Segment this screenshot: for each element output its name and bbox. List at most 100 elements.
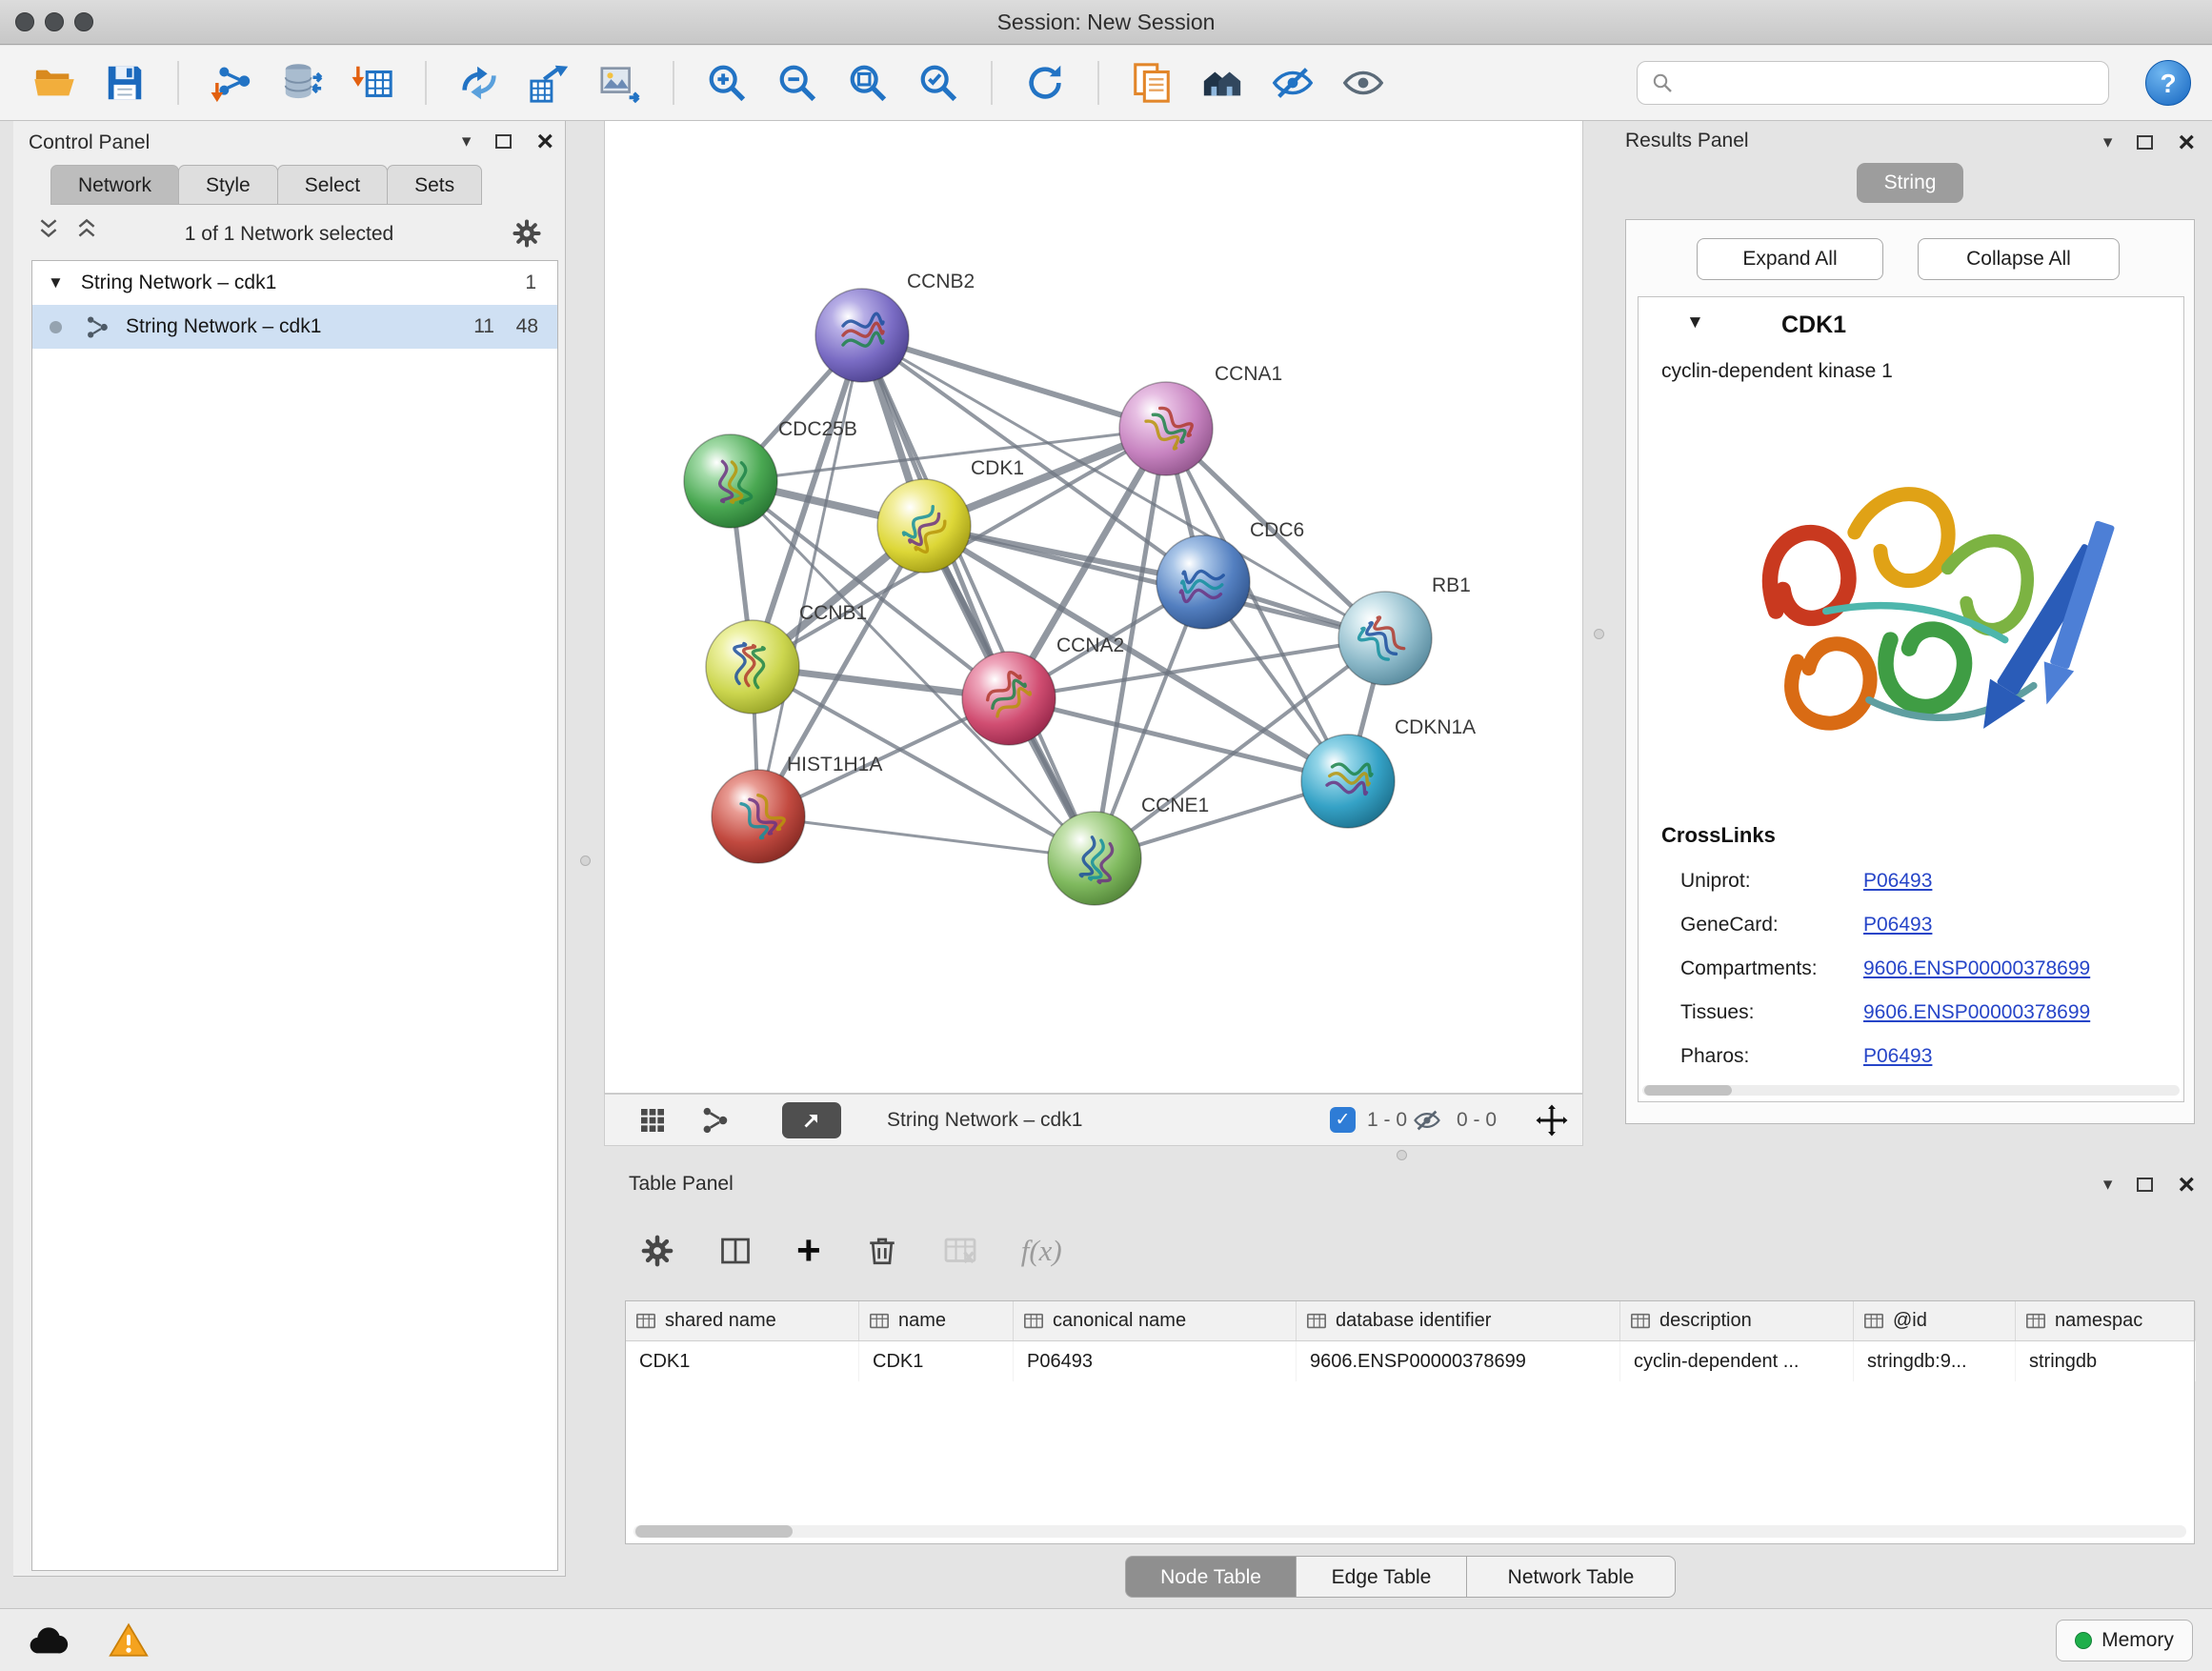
open-session-button[interactable] (29, 57, 80, 109)
string-results-panel: Expand All Collapse All ▼ CDK1 cyclin-de… (1625, 219, 2195, 1124)
crosslink-link[interactable]: 9606.ENSP00000378699 (1863, 1001, 2090, 1023)
export-image-button[interactable] (594, 57, 646, 109)
zoom-in-button[interactable] (701, 57, 753, 109)
column-header-name[interactable]: name (859, 1301, 1014, 1340)
hidden-eye-slash-icon[interactable] (1413, 1106, 1441, 1139)
table-horizontal-scrollbar[interactable] (633, 1525, 2186, 1538)
network-share-toggle-icon[interactable] (700, 1095, 731, 1145)
zoom-fit-button[interactable] (842, 57, 894, 109)
network-edge[interactable] (924, 526, 1385, 638)
tab-style[interactable]: Style (178, 165, 278, 205)
search-input[interactable] (1683, 72, 2095, 94)
tab-network[interactable]: Network (50, 165, 179, 205)
tab-string[interactable]: String (1857, 163, 1963, 203)
window-close-button[interactable] (15, 12, 34, 31)
panel-close-icon[interactable]: × (536, 132, 553, 151)
card-scrollbar-thumb[interactable] (1644, 1085, 1732, 1096)
bottom-splitter-handle[interactable] (1397, 1150, 1407, 1160)
window-minimize-button[interactable] (45, 12, 64, 31)
zoom-out-button[interactable] (772, 57, 823, 109)
collapse-all-button[interactable]: Collapse All (1918, 238, 2120, 280)
tab-node-table[interactable]: Node Table (1125, 1556, 1297, 1598)
table-float-icon[interactable] (2137, 1178, 2153, 1192)
add-column-icon[interactable]: + (796, 1234, 821, 1268)
table-row[interactable]: CDK1CDK1P064939606.ENSP00000378699cyclin… (626, 1341, 2194, 1381)
import-table-from-file-button[interactable] (347, 57, 398, 109)
table-settings-gear-icon[interactable] (640, 1234, 674, 1268)
show-graphics-details-button[interactable] (1337, 57, 1389, 109)
pan-crosshair-icon[interactable] (1535, 1103, 1569, 1142)
network-collection-row[interactable]: ▼ String Network – cdk1 1 (32, 261, 557, 305)
document-pages-button[interactable] (1126, 57, 1177, 109)
help-button[interactable]: ? (2145, 60, 2191, 106)
network-node-label: HIST1H1A (787, 754, 882, 775)
column-header-canonical-name[interactable]: canonical name (1014, 1301, 1297, 1340)
collection-expand-icon[interactable]: ▼ (48, 273, 64, 292)
search-box[interactable] (1637, 61, 2109, 105)
panel-menu-icon[interactable]: ▾ (462, 131, 472, 152)
annotation-mode-button[interactable] (782, 1102, 841, 1138)
apply-layout-button[interactable] (1019, 57, 1071, 109)
network-row[interactable]: String Network – cdk1 11 48 (32, 305, 557, 349)
hide-graphics-details-button[interactable] (1267, 57, 1318, 109)
import-network-from-database-button[interactable] (276, 57, 328, 109)
card-collapse-icon[interactable]: ▼ (1686, 312, 1704, 333)
network-view-toolbar: String Network – cdk1 ✓ 1 - 0 0 - 0 (604, 1094, 1583, 1146)
right-splitter-handle[interactable] (1594, 629, 1604, 639)
column-grid-icon (869, 1311, 890, 1332)
tab-sets[interactable]: Sets (387, 165, 482, 205)
results-menu-icon[interactable]: ▾ (2103, 131, 2113, 153)
crosslink-link[interactable]: P06493 (1863, 870, 1932, 892)
network-canvas[interactable]: CCNB2CCNA1CDC25BCDK1CDC6RB1CCNB1CCNA2CDK… (604, 121, 1583, 1094)
selected-checkbox-icon[interactable]: ✓ (1330, 1107, 1356, 1133)
network-edge[interactable] (862, 335, 1166, 429)
save-session-button[interactable] (99, 57, 151, 109)
memory-button[interactable]: Memory (2056, 1620, 2193, 1661)
results-float-icon[interactable] (2137, 135, 2153, 150)
database-import-icon (280, 61, 324, 105)
node-details-card: ▼ CDK1 cyclin-dependent kinase 1 Cros (1638, 296, 2184, 1102)
birdseye-grid-icon[interactable] (637, 1095, 668, 1145)
eye-icon (1341, 61, 1385, 105)
table-panel-tabs: Node TableEdge TableNetwork Table (1126, 1556, 1676, 1598)
function-builder-icon[interactable]: f(x) (1021, 1234, 1062, 1268)
network-edge[interactable] (862, 335, 1095, 858)
card-horizontal-scrollbar[interactable] (1642, 1085, 2180, 1096)
cloud-icon[interactable] (27, 1619, 70, 1667)
left-splitter-handle[interactable] (580, 856, 591, 866)
network-from-table-button[interactable] (524, 57, 575, 109)
crosslink-link[interactable]: P06493 (1863, 914, 1932, 936)
column-header--id[interactable]: @id (1854, 1301, 2016, 1340)
delete-column-trash-icon[interactable] (865, 1234, 899, 1268)
network-node-label: RB1 (1432, 574, 1471, 596)
zoom-out-icon (775, 61, 819, 105)
table-close-icon[interactable]: × (2178, 1176, 2195, 1195)
column-header-shared-name[interactable]: shared name (626, 1301, 859, 1340)
results-close-icon[interactable]: × (2178, 133, 2195, 152)
zoom-selected-button[interactable] (913, 57, 964, 109)
network-graph[interactable]: CCNB2CCNA1CDC25BCDK1CDC6RB1CCNB1CCNA2CDK… (605, 121, 1582, 1092)
column-header-description[interactable]: description (1620, 1301, 1854, 1340)
table-menu-icon[interactable]: ▾ (2103, 1174, 2113, 1196)
panel-float-icon[interactable] (495, 134, 512, 149)
expand-all-button[interactable]: Expand All (1697, 238, 1883, 280)
crosslink-link[interactable]: P06493 (1863, 1045, 1932, 1067)
network-edge[interactable] (758, 816, 1095, 858)
show-columns-icon[interactable] (718, 1234, 753, 1268)
tab-edge-table[interactable]: Edge Table (1296, 1556, 1467, 1598)
warning-icon[interactable] (109, 1621, 149, 1665)
table-scrollbar-thumb[interactable] (635, 1525, 793, 1538)
table-toolbar: + f(x) (640, 1225, 1062, 1277)
clone-network-button[interactable] (453, 57, 505, 109)
network-options-gear-icon[interactable] (512, 218, 542, 253)
column-header-namespac[interactable]: namespac (2016, 1301, 2196, 1340)
window-zoom-button[interactable] (74, 12, 93, 31)
import-network-from-file-button[interactable] (206, 57, 257, 109)
folder-open-icon (32, 61, 76, 105)
tab-select[interactable]: Select (277, 165, 388, 205)
tab-network-table[interactable]: Network Table (1466, 1556, 1676, 1598)
column-header-database-identifier[interactable]: database identifier (1297, 1301, 1620, 1340)
network-edge[interactable] (758, 335, 862, 816)
homes-button[interactable] (1196, 57, 1248, 109)
crosslink-link[interactable]: 9606.ENSP00000378699 (1863, 957, 2090, 979)
